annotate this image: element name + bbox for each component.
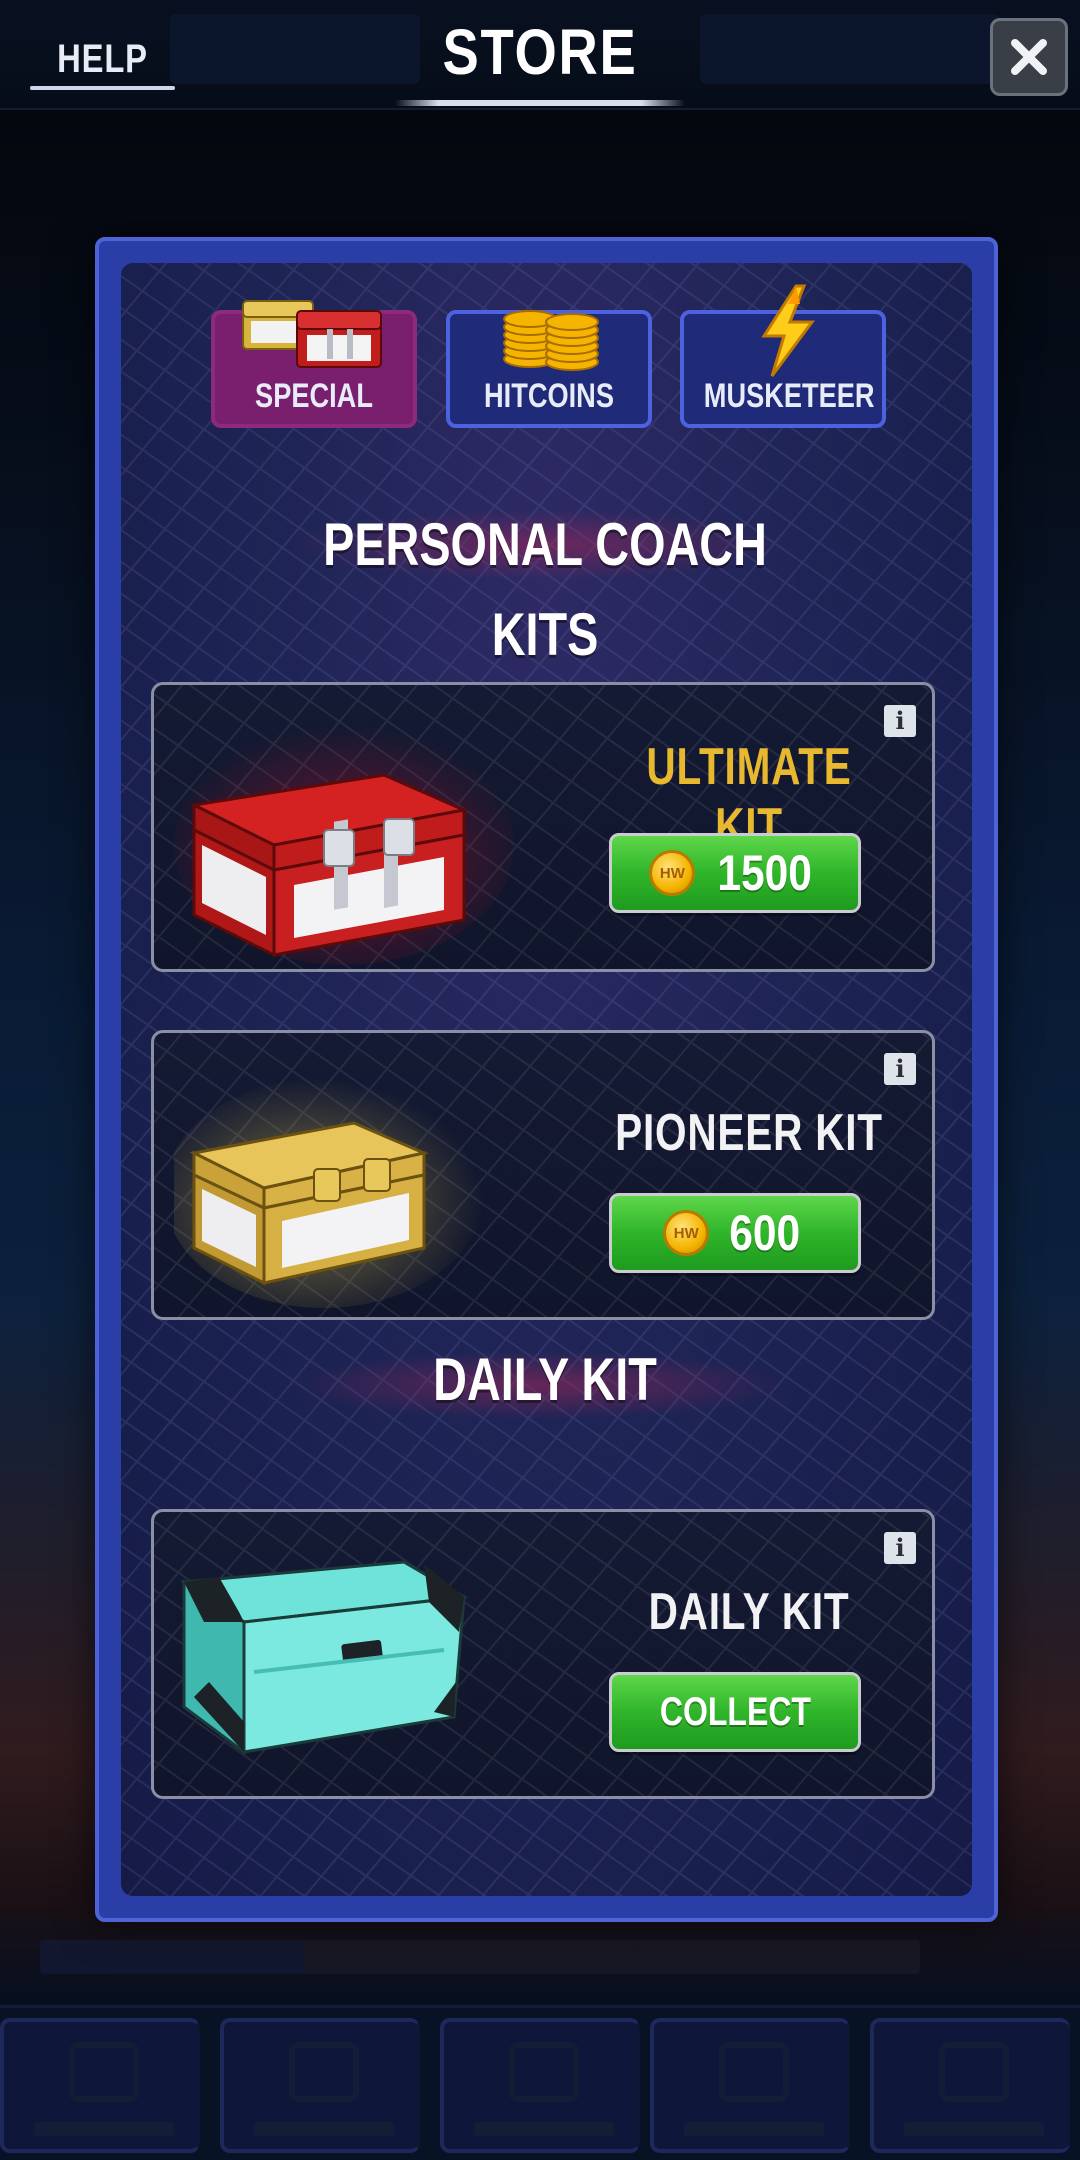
kit-name: DAILY KIT	[648, 1583, 850, 1641]
kit-name: PIONEER KIT	[615, 1104, 883, 1162]
kit-card-pioneer: i PIONEER KIT HW 600	[151, 1030, 935, 1320]
cyan-chest-icon	[179, 1560, 469, 1755]
info-button[interactable]: i	[884, 1532, 916, 1564]
tab-special[interactable]: SPECIAL	[211, 300, 417, 428]
kit-card-daily: i DAILY KIT COLLECT	[151, 1509, 935, 1799]
collect-label: COLLECT	[659, 1689, 811, 1734]
special-chests-icon	[242, 300, 382, 368]
collect-daily-button[interactable]: COLLECT	[609, 1672, 861, 1752]
help-underline	[30, 86, 175, 90]
close-icon	[1011, 39, 1047, 75]
hitcoins-stack-icon	[503, 310, 599, 371]
tab-label: SPECIAL	[255, 377, 373, 415]
kit-price: 600	[729, 1205, 801, 1261]
page-title: STORE	[442, 16, 638, 88]
gold-chest-icon	[174, 1078, 484, 1308]
tab-hitcoins[interactable]: HITCOINS	[446, 310, 652, 428]
close-button[interactable]	[990, 18, 1068, 96]
hitcoin-icon: HW	[649, 850, 696, 896]
tab-label: MUSKETEER	[703, 377, 875, 415]
section-title-daily: DAILY KIT	[433, 1346, 657, 1413]
help-button[interactable]: HELP	[43, 28, 162, 90]
tab-label: HITCOINS	[484, 377, 614, 415]
lightning-bolt-icon	[761, 284, 815, 377]
kit-price: 1500	[717, 845, 813, 901]
kit-card-ultimate: i ULTIMATE KIT HW 1500	[151, 682, 935, 972]
title-underline	[395, 100, 685, 106]
red-chest-icon	[174, 725, 514, 965]
info-button[interactable]: i	[884, 705, 916, 737]
section-title-personal: PERSONAL COACH KITS	[323, 511, 767, 668]
buy-ultimate-button[interactable]: HW 1500	[609, 833, 861, 913]
buy-pioneer-button[interactable]: HW 600	[609, 1193, 861, 1273]
info-button[interactable]: i	[884, 1053, 916, 1085]
hitcoin-icon: HW	[663, 1210, 710, 1256]
tab-musketeer[interactable]: MUSKETEER	[680, 284, 886, 428]
